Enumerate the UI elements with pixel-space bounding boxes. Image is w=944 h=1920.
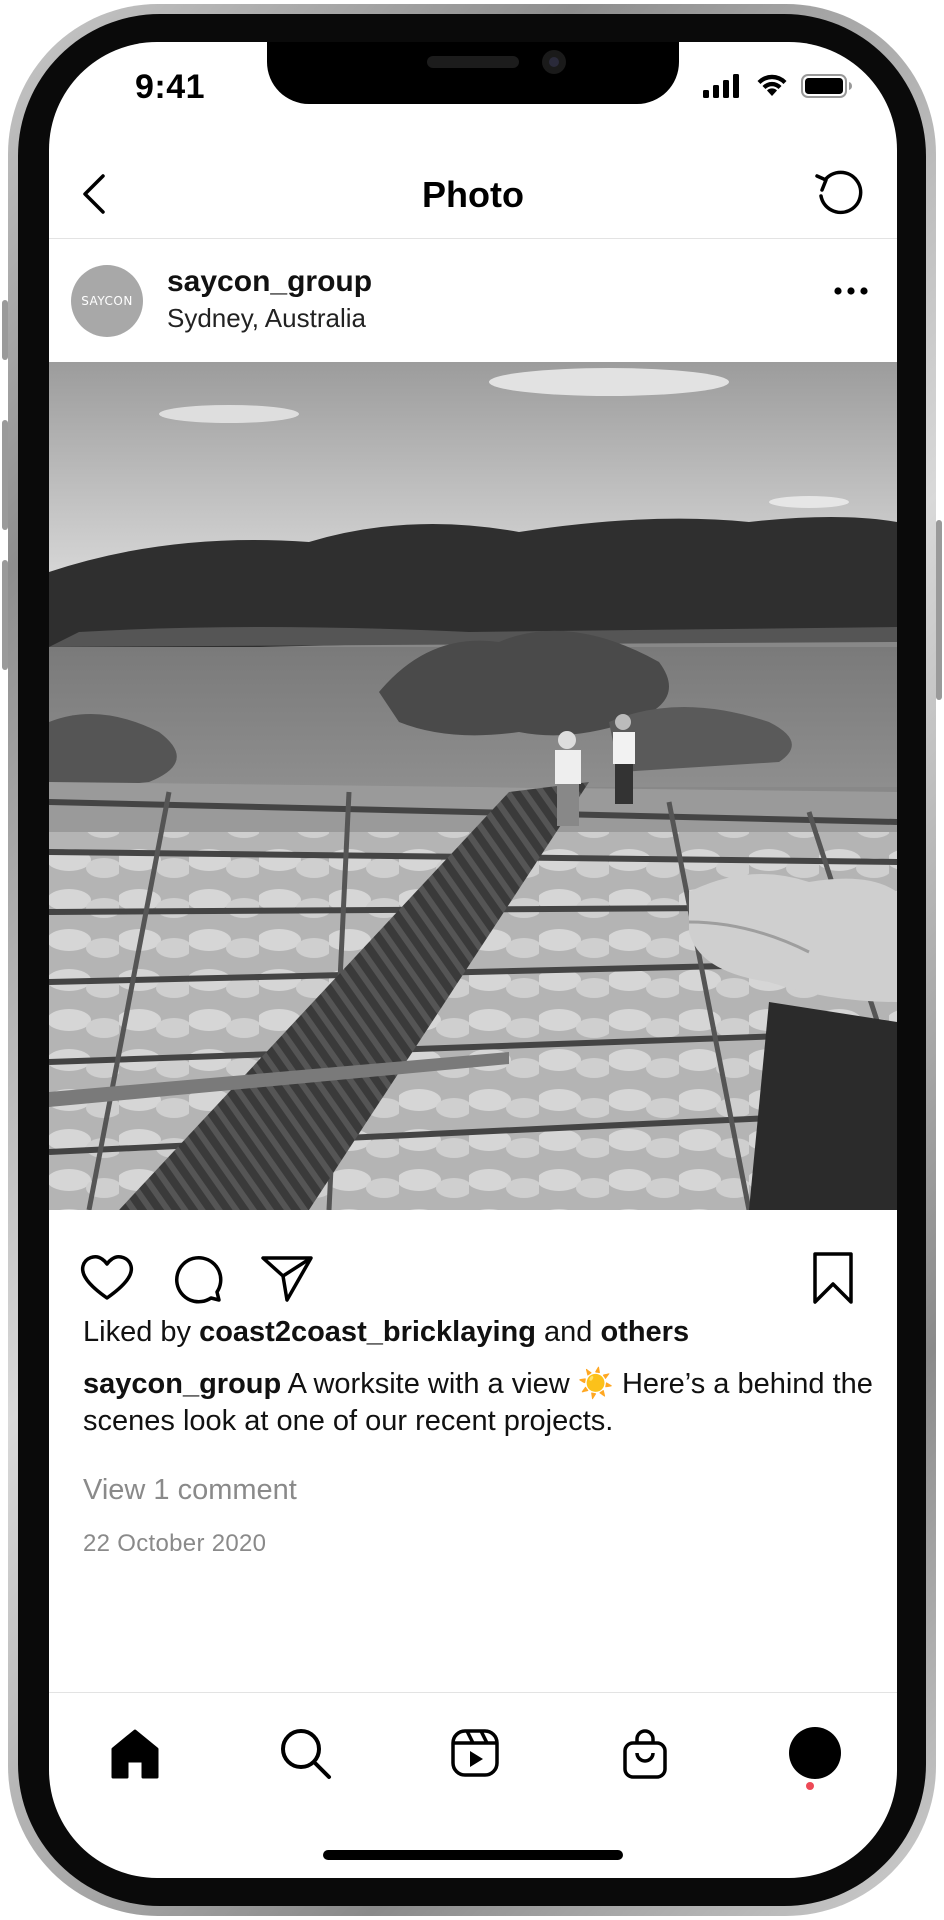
home-icon[interactable]	[105, 1723, 165, 1783]
avatar[interactable]: SAYCON	[71, 265, 143, 337]
post-caption: saycon_group A worksite with a view ☀️ H…	[83, 1366, 873, 1440]
post-photo[interactable]	[49, 362, 897, 1210]
signal-icon	[703, 74, 739, 98]
profile-avatar	[789, 1727, 841, 1779]
refresh-icon[interactable]	[811, 166, 867, 222]
comment-icon[interactable]	[167, 1248, 227, 1308]
notch	[267, 42, 679, 104]
bookmark-icon[interactable]	[803, 1248, 863, 1308]
liked-by-user[interactable]: coast2coast_bricklaying	[199, 1316, 536, 1348]
tab-bar	[49, 1692, 897, 1813]
view-comments-link[interactable]: View 1 comment	[83, 1474, 297, 1507]
status-time: 9:41	[135, 68, 206, 106]
likes-others-link[interactable]: others	[600, 1316, 689, 1348]
post-actions	[49, 1210, 897, 1320]
battery-icon	[801, 74, 852, 98]
search-icon[interactable]	[275, 1723, 335, 1783]
post-username[interactable]: saycon_group	[167, 265, 372, 299]
notification-dot	[806, 1782, 814, 1790]
post-date: 22 October 2020	[83, 1530, 267, 1557]
likes-line: Liked by coast2coast_bricklaying and oth…	[83, 1316, 689, 1349]
more-horizontal-icon[interactable]	[831, 281, 871, 301]
caption-username[interactable]: saycon_group	[83, 1368, 281, 1400]
reels-icon[interactable]	[445, 1723, 505, 1783]
front-camera	[542, 50, 566, 74]
heart-icon[interactable]	[77, 1248, 137, 1308]
home-indicator[interactable]	[323, 1850, 623, 1860]
likes-mid: and	[535, 1316, 601, 1348]
speaker	[427, 56, 519, 68]
paper-plane-icon[interactable]	[257, 1248, 317, 1308]
top-navigation: Photo	[49, 150, 897, 239]
side-button	[936, 520, 942, 700]
screen: 9:41 Photo SAYCON saycon_group Sydney, A…	[49, 42, 897, 1878]
page-title: Photo	[422, 174, 524, 215]
volume-down-button	[2, 560, 8, 670]
mute-switch	[2, 300, 8, 360]
status-icons	[703, 74, 853, 98]
post-header: SAYCON saycon_group Sydney, Australia	[49, 239, 897, 359]
profile-icon[interactable]	[785, 1723, 845, 1783]
post-location[interactable]: Sydney, Australia	[167, 303, 366, 334]
likes-prefix: Liked by	[83, 1316, 200, 1348]
shopping-bag-icon[interactable]	[615, 1723, 675, 1783]
wifi-icon	[757, 74, 787, 96]
volume-up-button	[2, 420, 8, 530]
